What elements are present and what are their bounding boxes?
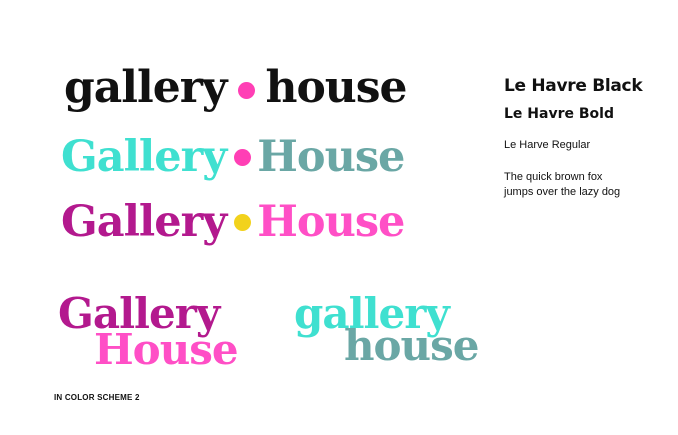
- color-scheme-caption: IN COLOR SCHEME 2: [54, 393, 140, 402]
- separator-dot: [238, 81, 256, 99]
- typeface-sample-text: The quick brown fox jumps over the lazy …: [504, 171, 621, 198]
- logo-stacked-magenta-pink: Gallery House: [58, 293, 239, 374]
- logo-cyan-teal: Gallery House: [61, 132, 405, 182]
- separator-dot: [234, 149, 252, 166]
- typeface-black-label: Le Havre Black: [504, 76, 643, 96]
- logo-lowercase-black: gallery house: [64, 62, 408, 113]
- separator-dot: [234, 214, 252, 231]
- logo-word-gallery: gallery: [64, 62, 227, 113]
- typeface-regular-label: Le Harve Regular: [504, 139, 591, 151]
- logo-word-house: house: [265, 62, 407, 113]
- logo-word-house: House: [257, 197, 405, 247]
- typeface-bold-label: Le Havre Bold: [504, 106, 614, 122]
- logo-word-gallery: Gallery: [61, 197, 227, 247]
- logo-word-gallery: Gallery: [61, 132, 227, 182]
- logo-stacked-cyan-teal: gallery house: [294, 293, 479, 370]
- logo-word-house: house: [344, 321, 479, 370]
- logo-word-house: House: [94, 325, 239, 374]
- logo-magenta-pink: Gallery House: [61, 197, 405, 247]
- logo-word-house: House: [257, 132, 405, 182]
